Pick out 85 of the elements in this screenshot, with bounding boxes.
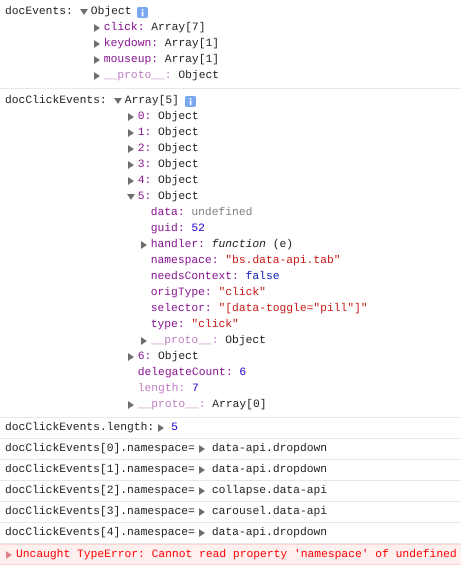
log-message: docClickEvents[3].namespace=	[5, 504, 195, 520]
property-name: selector:	[150, 302, 212, 317]
expand-arrow-icon[interactable]	[198, 487, 206, 495]
property-value: false	[246, 270, 280, 285]
property-name: 2:	[138, 142, 152, 157]
object-summary: Object	[90, 4, 132, 20]
expand-arrow-icon[interactable]	[126, 113, 135, 121]
property-name: 0:	[138, 110, 152, 125]
object-summary: Array[5]	[124, 94, 179, 109]
property-value: 7	[192, 382, 199, 397]
property-name: needsContext:	[150, 270, 239, 285]
property-value: Array[0]	[212, 398, 266, 413]
error-message: Uncaught TypeError: Cannot read property 'namespace' of undefined	[16, 548, 457, 562]
property-value: 5	[171, 421, 178, 436]
property-name: 4:	[138, 174, 152, 189]
expand-arrow-icon[interactable]	[92, 72, 101, 80]
property-value: carousel.data-api	[212, 504, 328, 520]
expand-arrow-icon[interactable]	[140, 241, 148, 249]
collapse-arrow-icon[interactable]	[114, 97, 122, 105]
property-name: type:	[150, 318, 185, 333]
property-value: Object	[225, 334, 266, 349]
property-value: Array[1]	[164, 36, 220, 52]
property-name: length:	[138, 382, 186, 397]
property-value: Object	[158, 174, 199, 189]
expand-arrow-icon[interactable]	[126, 401, 135, 409]
property-value: "click"	[191, 318, 239, 333]
expand-arrow-icon[interactable]	[92, 56, 101, 64]
collapse-arrow-icon[interactable]	[126, 193, 135, 201]
expand-arrow-icon[interactable]	[126, 161, 135, 169]
property-name: __proto__:	[104, 69, 172, 84]
property-name: mouseup:	[104, 53, 158, 68]
expand-arrow-icon[interactable]	[92, 24, 101, 32]
property-name: click:	[104, 20, 144, 36]
expand-arrow-icon[interactable]	[198, 445, 206, 453]
property-name: 6:	[138, 350, 152, 365]
property-value: "[data-toggle="pill"]"	[218, 302, 368, 317]
property-value: data-api.dropdown	[212, 526, 328, 541]
log-label: docEvents:	[5, 4, 73, 20]
expand-arrow-icon[interactable]	[198, 508, 206, 516]
expand-arrow-icon[interactable]	[126, 145, 135, 153]
property-name: keydown:	[104, 36, 158, 52]
log-label: docClickEvents:	[5, 94, 107, 109]
log-message: docClickEvents[1].namespace=	[5, 462, 195, 478]
property-value: data-api.dropdown	[212, 462, 328, 478]
expand-arrow-icon[interactable]	[198, 529, 206, 537]
property-value: Object	[158, 110, 199, 125]
property-name: __proto__:	[150, 334, 218, 349]
property-name: origType:	[150, 286, 212, 301]
property-value: Object	[158, 142, 199, 157]
property-value: function (e)	[212, 238, 294, 253]
property-value: Object	[158, 350, 199, 365]
property-name: __proto__:	[138, 398, 206, 413]
property-value: Object	[178, 68, 220, 84]
property-value: "click"	[218, 286, 266, 301]
property-value: 52	[191, 222, 205, 237]
expand-arrow-icon[interactable]	[126, 129, 135, 137]
property-value: Object	[158, 158, 199, 173]
expand-arrow-icon[interactable]	[198, 466, 206, 474]
expand-arrow-icon[interactable]	[140, 337, 148, 345]
log-message: docClickEvents.length:	[5, 420, 154, 436]
property-name: data:	[150, 206, 185, 221]
property-value: Array[1]	[164, 52, 220, 68]
property-value: Object	[158, 190, 199, 205]
expand-arrow-icon[interactable]	[157, 424, 166, 432]
property-name: 1:	[138, 126, 152, 141]
expand-arrow-icon[interactable]	[126, 177, 135, 185]
property-value: data-api.dropdown	[212, 442, 328, 457]
log-message: docClickEvents[4].namespace=	[5, 526, 195, 541]
log-message: docClickEvents[2].namespace=	[5, 484, 195, 499]
property-name: namespace:	[150, 254, 218, 269]
property-name: 5:	[138, 190, 152, 205]
property-name: 3:	[138, 158, 152, 173]
property-name: guid:	[150, 222, 185, 237]
property-value: 6	[239, 366, 246, 381]
property-name: handler:	[150, 238, 205, 253]
property-value: collapse.data-api	[212, 484, 328, 499]
property-value: Array[7]	[151, 20, 206, 36]
collapse-arrow-icon[interactable]	[80, 8, 88, 16]
log-message: docClickEvents[0].namespace=	[5, 442, 195, 457]
property-value: "bs.data-api.tab"	[225, 254, 341, 269]
expand-arrow-icon[interactable]	[126, 353, 135, 361]
property-value: Object	[158, 126, 199, 141]
property-value: undefined	[191, 206, 252, 221]
expand-arrow-icon[interactable]	[92, 40, 101, 48]
property-name: delegateCount:	[138, 366, 233, 381]
